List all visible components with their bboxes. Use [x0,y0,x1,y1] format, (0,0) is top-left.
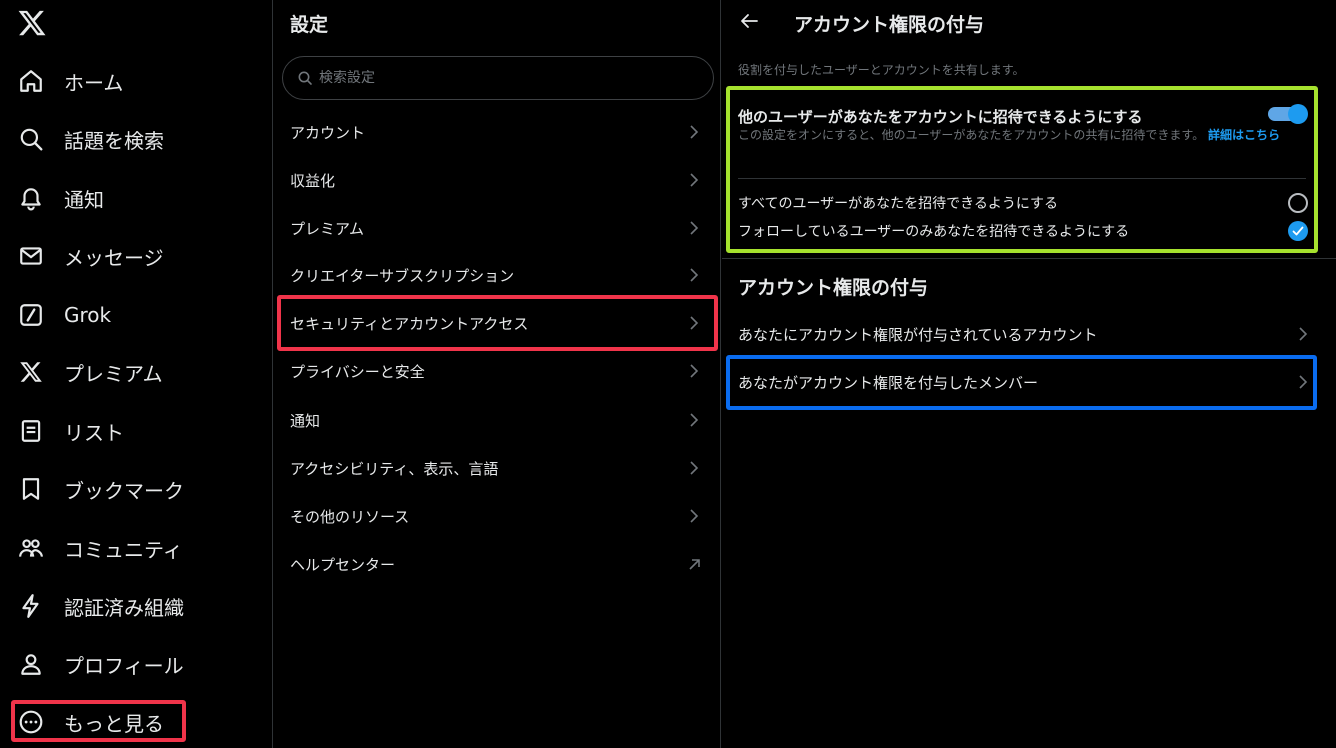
chevron-right-icon [690,221,699,235]
highlight-box-members [726,355,1317,410]
page-title: 設定 [290,14,329,36]
chevron-right-icon [690,268,699,282]
search-icon [18,126,44,152]
chevron-right-icon [690,173,699,187]
x-logo-icon [18,359,44,385]
detail-item-accounts-granted-to-you[interactable]: あなたにアカウント権限が付与されているアカウント [722,310,1322,358]
nav-item-home[interactable]: ホーム [8,57,123,105]
nav-item-label: プレミアム [64,361,163,386]
settings-item-accessibility[interactable]: アクセシビリティ、表示、言語 [274,444,721,492]
nav-item-label: 通知 [64,187,104,212]
nav-item-notifications[interactable]: 通知 [8,174,104,222]
nav-item-lists[interactable]: リスト [8,407,124,455]
nav-item-bookmarks[interactable]: ブックマーク [8,465,184,513]
bookmark-icon [18,476,44,502]
settings-item-label: ヘルプセンター [290,555,396,574]
nav-item-label: コミュニティ [64,537,183,562]
back-arrow-icon[interactable] [738,10,760,32]
primary-nav: ホーム 話題を検索 通知 メッセージ Grok プレミアム リスト ブックマーク… [0,0,273,748]
mail-icon [18,243,44,269]
nav-item-label: ホーム [64,70,124,95]
settings-item-monetization[interactable]: 収益化 [274,156,721,204]
search-icon [297,70,313,86]
settings-item-label: 通知 [290,411,321,430]
chevron-right-icon [690,125,699,139]
chevron-right-icon [1299,327,1308,341]
settings-item-label: クリエイターサブスクリプション [290,266,515,285]
section-divider [722,258,1336,259]
settings-item-notifications[interactable]: 通知 [274,396,721,444]
detail-description: 役割を付与したユーザーとアカウントを共有します。 [738,63,1025,77]
settings-item-creator-subscriptions[interactable]: クリエイターサブスクリプション [274,251,721,299]
settings-item-label: その他のリソース [290,507,410,526]
section-heading: アカウント権限の付与 [738,277,929,299]
nav-item-explore[interactable]: 話題を検索 [8,115,164,163]
nav-item-messages[interactable]: メッセージ [8,232,164,280]
nav-item-label: 話題を検索 [64,128,164,153]
detail-item-label: あなたにアカウント権限が付与されているアカウント [738,325,1098,344]
list-icon [18,418,44,444]
nav-item-label: ブックマーク [64,478,184,503]
settings-item-label: 収益化 [290,171,336,190]
nav-item-label: 認証済み組織 [64,595,184,620]
search-input[interactable] [319,70,699,86]
chevron-right-icon [690,413,699,427]
settings-item-label: アクセシビリティ、表示、言語 [290,459,499,478]
home-icon [18,68,44,94]
chevron-right-icon [690,509,699,523]
settings-item-premium[interactable]: プレミアム [274,204,721,252]
nav-item-grok[interactable]: Grok [8,291,111,339]
lightning-icon [18,593,44,619]
nav-item-label: メッセージ [64,245,164,270]
settings-item-label: プライバシーと安全 [290,362,425,381]
external-link-icon [689,559,700,570]
highlight-box-toggle-section [726,86,1318,253]
app-window: ホーム 話題を検索 通知 メッセージ Grok プレミアム リスト ブックマーク… [0,0,1336,748]
chevron-right-icon [690,461,699,475]
nav-item-premium[interactable]: プレミアム [8,348,163,396]
nav-item-label: リスト [64,420,124,445]
person-icon [18,651,44,677]
x-logo-icon[interactable] [17,8,47,38]
grok-icon [18,302,44,328]
settings-item-resources[interactable]: その他のリソース [274,492,721,540]
detail-title: アカウント権限の付与 [794,14,985,36]
nav-item-communities[interactable]: コミュニティ [8,524,183,572]
chevron-right-icon [690,364,699,378]
settings-item-label: アカウント [290,123,366,142]
nav-item-profile[interactable]: プロフィール [8,640,184,688]
highlight-box-security [277,295,718,351]
settings-item-label: プレミアム [290,219,364,238]
nav-item-verified-orgs[interactable]: 認証済み組織 [8,582,184,630]
bell-icon [18,185,44,211]
people-icon [18,535,44,561]
settings-column: 設定 アカウント 収益化 プレミアム クリエイターサブスクリプション セキュリテ… [274,0,721,748]
highlight-box-more [11,700,186,742]
settings-item-privacy[interactable]: プライバシーと安全 [274,347,721,395]
settings-item-help-center[interactable]: ヘルプセンター [274,540,721,588]
settings-item-account[interactable]: アカウント [274,108,721,156]
nav-item-label: Grok [64,303,112,327]
nav-item-label: プロフィール [64,653,184,678]
search-bar[interactable] [282,56,714,100]
